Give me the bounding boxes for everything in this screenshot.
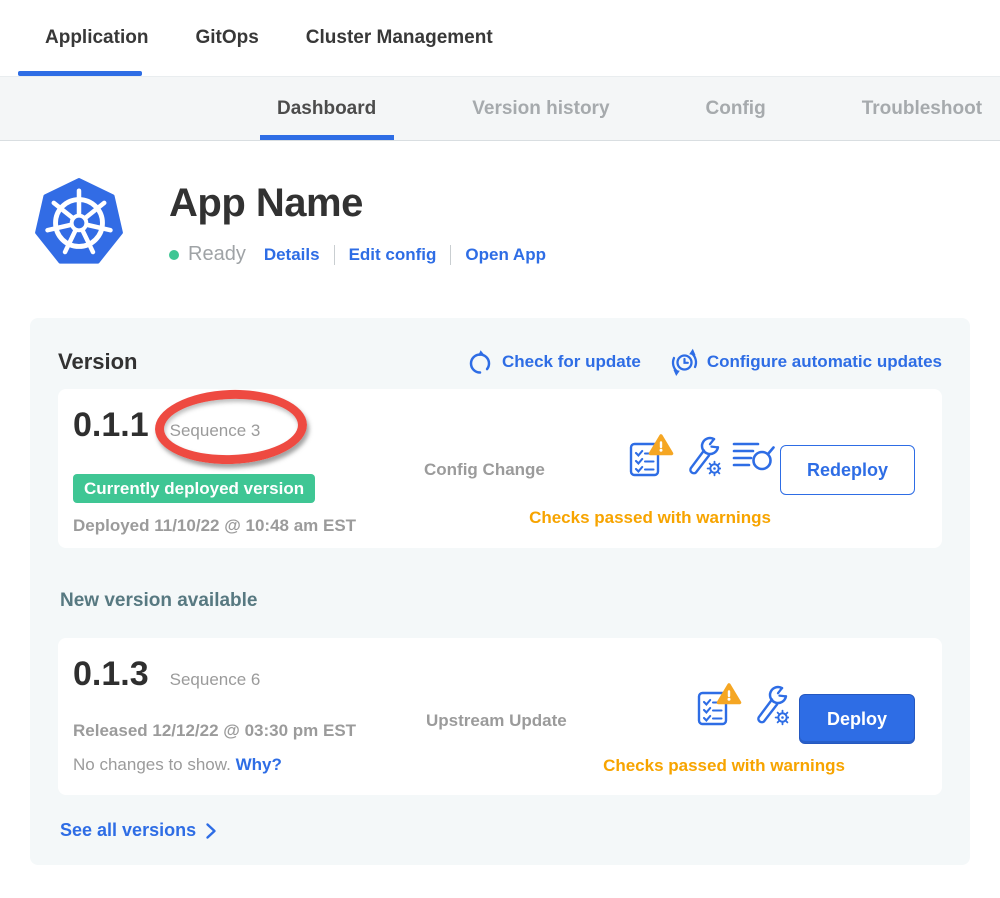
available-version-sequence: Sequence 6 — [170, 670, 261, 690]
current-version-icons — [628, 433, 776, 479]
edit-config-link[interactable]: Edit config — [349, 245, 437, 265]
no-changes-text: No changes to show. — [73, 755, 231, 774]
preflight-checks-icon[interactable] — [696, 682, 742, 728]
preflight-checks-icon[interactable] — [628, 433, 674, 479]
changes-row: No changes to show. Why? — [73, 755, 282, 775]
schedule-update-icon — [671, 348, 698, 376]
current-version-card: 0.1.1 Sequence 3 Currently deployed vers… — [58, 389, 942, 548]
current-version-row: 0.1.1 Sequence 3 — [73, 405, 260, 445]
app-status-row: Ready Details Edit config Open App — [169, 243, 546, 266]
configure-automatic-updates-label: Configure automatic updates — [707, 352, 942, 372]
tab-troubleshoot[interactable]: Troubleshoot — [862, 77, 982, 140]
config-wrench-icon[interactable] — [753, 684, 789, 726]
app-header: App Name Ready Details Edit config Open … — [35, 178, 1000, 268]
divider — [334, 245, 335, 265]
kubernetes-logo-icon — [35, 178, 123, 268]
current-version-number: 0.1.1 — [73, 405, 149, 445]
version-section-header: Version Check for update — [58, 348, 942, 376]
tab-gitops[interactable]: GitOps — [195, 27, 258, 49]
checks-warning-text: Checks passed with warnings — [450, 508, 850, 528]
tab-application[interactable]: Application — [45, 27, 148, 49]
config-wrench-icon[interactable] — [685, 435, 721, 477]
open-app-link[interactable]: Open App — [465, 245, 546, 265]
app-header-text: App Name Ready Details Edit config Open … — [169, 178, 546, 268]
status-text: Ready — [188, 243, 246, 266]
see-all-versions-label: See all versions — [60, 820, 196, 841]
refresh-icon — [467, 349, 493, 376]
check-for-update-link[interactable]: Check for update — [467, 349, 641, 376]
currently-deployed-badge: Currently deployed version — [73, 474, 315, 503]
checks-warning-text: Checks passed with warnings — [524, 756, 924, 776]
available-version-row: 0.1.3 Sequence 6 — [73, 654, 260, 694]
version-title: Version — [58, 349, 137, 375]
configure-automatic-updates-link[interactable]: Configure automatic updates — [671, 348, 942, 376]
version-section: Version Check for update — [30, 318, 970, 865]
released-timestamp: Released 12/12/22 @ 03:30 pm EST — [73, 721, 356, 741]
deploy-button[interactable]: Deploy — [799, 694, 915, 744]
why-link[interactable]: Why? — [236, 755, 282, 774]
available-version-card: 0.1.3 Sequence 6 Released 12/12/22 @ 03:… — [58, 638, 942, 795]
deployed-timestamp: Deployed 11/10/22 @ 10:48 am EST — [73, 516, 356, 536]
available-version-number: 0.1.3 — [73, 654, 149, 694]
see-all-versions-link[interactable]: See all versions — [60, 820, 217, 841]
chevron-right-icon — [205, 822, 217, 840]
version-actions: Check for update Configure automatic upd… — [467, 348, 942, 376]
check-for-update-label: Check for update — [502, 352, 641, 372]
sub-nav: Dashboard Version history Config Trouble… — [0, 76, 1000, 141]
main-nav: Application GitOps Cluster Management — [0, 0, 1000, 76]
tab-version-history[interactable]: Version history — [472, 77, 609, 140]
current-version-sequence: Sequence 3 — [170, 421, 261, 441]
details-link[interactable]: Details — [264, 245, 320, 265]
new-version-heading: New version available — [60, 590, 942, 612]
redeploy-button[interactable]: Redeploy — [780, 445, 915, 495]
tab-config[interactable]: Config — [706, 77, 766, 140]
page-title: App Name — [169, 180, 546, 226]
release-type-label: Config Change — [424, 460, 545, 480]
view-files-icon[interactable] — [732, 439, 776, 473]
tab-dashboard[interactable]: Dashboard — [277, 77, 376, 140]
divider — [450, 245, 451, 265]
tab-cluster-management[interactable]: Cluster Management — [306, 27, 493, 49]
status-dot-icon — [169, 250, 179, 260]
available-version-icons — [696, 682, 789, 728]
release-type-label: Upstream Update — [426, 711, 567, 731]
